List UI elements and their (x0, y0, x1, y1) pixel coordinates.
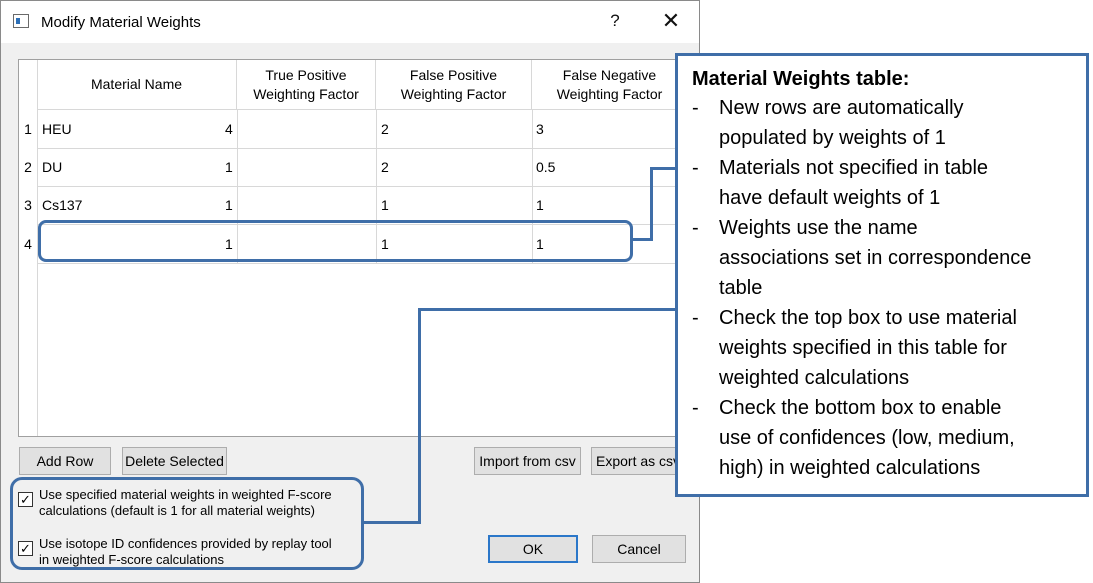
dialog-title: Modify Material Weights (41, 14, 201, 31)
column-header-false-negative[interactable]: False Negative Weighting Factor (532, 60, 688, 110)
table-cell[interactable]: Cs137 (42, 197, 82, 213)
callout-item: Check the top box to use material weight… (692, 303, 1072, 393)
callout-item-line: use of confidences (low, medium, (719, 427, 1015, 449)
app-window-icon (13, 14, 29, 28)
callout-item: New rows are automatically populated by … (692, 93, 1072, 153)
row-header-2[interactable]: 2 (19, 159, 37, 175)
row-header-3[interactable]: 3 (19, 197, 37, 213)
table-cell[interactable]: 1 (381, 197, 389, 213)
close-icon[interactable]: ✕ (658, 7, 684, 35)
table-cell[interactable]: 0.5 (536, 159, 555, 175)
callout-item: Check the bottom box to enable use of co… (692, 393, 1072, 483)
table-cell[interactable]: 1 (225, 197, 233, 213)
row-4-highlight (38, 220, 633, 262)
callout-item-line: weights specified in this table for (719, 337, 1007, 359)
callout-item-line: table (719, 277, 763, 299)
table-corner (19, 60, 37, 110)
checkbox-highlight (10, 477, 364, 570)
callout-item: Materials not specified in table have de… (692, 153, 1072, 213)
table-cell[interactable]: 2 (381, 159, 389, 175)
table-cell[interactable]: 2 (381, 121, 389, 137)
grid-line (37, 263, 701, 264)
table-cell[interactable]: DU (42, 159, 62, 175)
grid-line (37, 186, 701, 187)
callout-item-line: high) in weighted calculations (719, 457, 981, 479)
column-header-material-name[interactable]: Material Name (37, 60, 237, 110)
connector-line (650, 167, 653, 241)
callout-item-line: Check the bottom box to enable (719, 397, 1002, 419)
delete-selected-button[interactable]: Delete Selected (122, 447, 227, 475)
table-cell[interactable]: HEU (42, 121, 72, 137)
table-cell[interactable]: 4 (225, 121, 233, 137)
connector-line (364, 521, 421, 524)
connector-line (418, 308, 421, 524)
cancel-button[interactable]: Cancel (592, 535, 686, 563)
callout-item-line: Weights use the name (719, 217, 918, 239)
table-cell[interactable]: 1 (536, 197, 544, 213)
row-header-1[interactable]: 1 (19, 121, 37, 137)
table-cell[interactable]: 1 (225, 159, 233, 175)
column-header-false-positive[interactable]: False Positive Weighting Factor (376, 60, 532, 110)
import-csv-button[interactable]: Import from csv (474, 447, 581, 475)
help-button[interactable]: ? (605, 11, 625, 31)
row-header-4[interactable]: 4 (19, 236, 37, 252)
callout-item-line: have default weights of 1 (719, 187, 941, 209)
callout-title: Material Weights table: (692, 68, 910, 90)
callout-item-line: weighted calculations (719, 367, 910, 389)
callout-item-line: Check the top box to use material (719, 307, 1017, 329)
connector-line (650, 167, 677, 170)
callout-item: Weights use the name associations set in… (692, 213, 1072, 303)
callout-item-line: Materials not specified in table (719, 157, 989, 179)
title-bar: Modify Material Weights ? ✕ (1, 1, 699, 43)
callout-list: New rows are automatically populated by … (692, 93, 1072, 483)
add-row-button[interactable]: Add Row (19, 447, 111, 475)
callout-item-line: associations set in correspondence (719, 247, 1032, 269)
connector-line (418, 308, 677, 311)
callout-item-line: New rows are automatically (719, 97, 964, 119)
table-cell[interactable]: 3 (536, 121, 544, 137)
ok-button[interactable]: OK (488, 535, 578, 563)
column-header-true-positive[interactable]: True Positive Weighting Factor (237, 60, 376, 110)
grid-line (37, 148, 701, 149)
material-weights-callout: Material Weights table: New rows are aut… (675, 53, 1089, 497)
callout-item-line: populated by weights of 1 (719, 127, 946, 149)
